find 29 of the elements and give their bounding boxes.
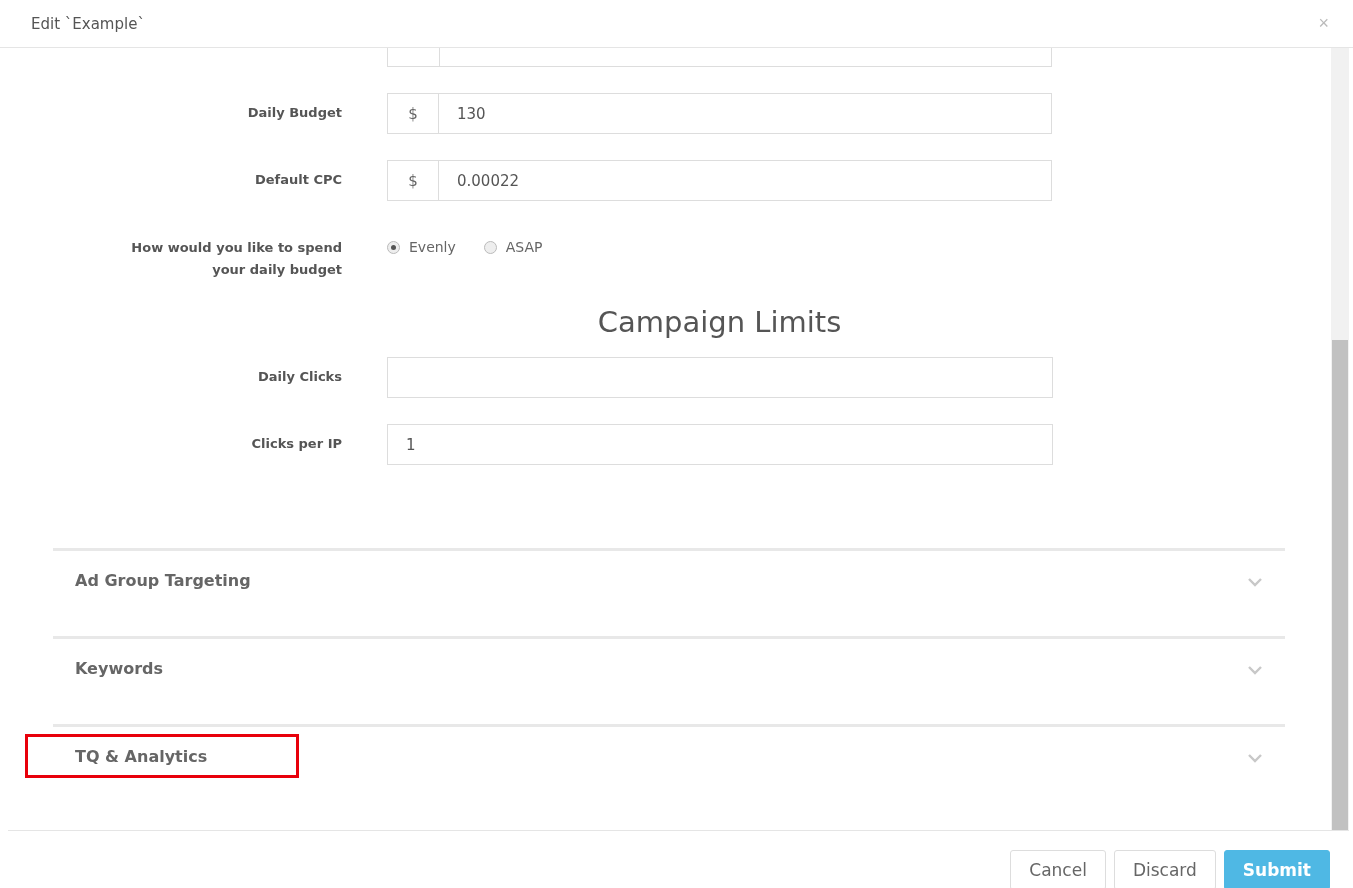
section-heading: Campaign Limits bbox=[597, 305, 842, 339]
field-label: Default CPC bbox=[253, 171, 342, 187]
currency-addon: $ bbox=[387, 160, 439, 201]
chevron-down-icon bbox=[1247, 577, 1263, 587]
footer-button[interactable]: Cancel bbox=[1010, 850, 1106, 888]
chevron-down-icon bbox=[1247, 665, 1263, 675]
accordion-section[interactable]: Ad Group Targeting bbox=[53, 548, 1285, 636]
radio-label: Evenly bbox=[409, 239, 456, 255]
radio-option[interactable]: ASAP bbox=[483, 239, 543, 255]
input-field[interactable]: 0.00022 bbox=[439, 160, 1052, 201]
scrollbar-thumb[interactable] bbox=[1332, 340, 1348, 830]
currency-addon: $ bbox=[387, 93, 439, 134]
chevron-down-icon bbox=[1247, 753, 1263, 763]
radio-option[interactable]: Evenly bbox=[387, 239, 456, 255]
radio-label: ASAP bbox=[505, 239, 543, 255]
dialog-title: Edit `Example` bbox=[31, 14, 145, 33]
accordion-section[interactable]: Keywords bbox=[53, 636, 1285, 724]
section-title: Keywords bbox=[75, 658, 164, 680]
section-title: Ad Group Targeting bbox=[75, 570, 251, 592]
accordion-section[interactable]: TQ & Analytics bbox=[53, 724, 1285, 812]
field-label: Daily Budget bbox=[246, 104, 342, 120]
section-title: TQ & Analytics bbox=[75, 746, 208, 768]
field-label: Clicks per IP bbox=[250, 435, 342, 451]
input-field[interactable]: 130 bbox=[439, 93, 1052, 134]
field-label: Daily Clicks bbox=[256, 368, 342, 384]
input-field[interactable]: 1 bbox=[387, 424, 1053, 465]
footer-button[interactable]: Discard bbox=[1113, 850, 1216, 888]
input-field[interactable] bbox=[387, 357, 1053, 398]
field-label: How would you like to spend your daily budget bbox=[130, 239, 342, 279]
